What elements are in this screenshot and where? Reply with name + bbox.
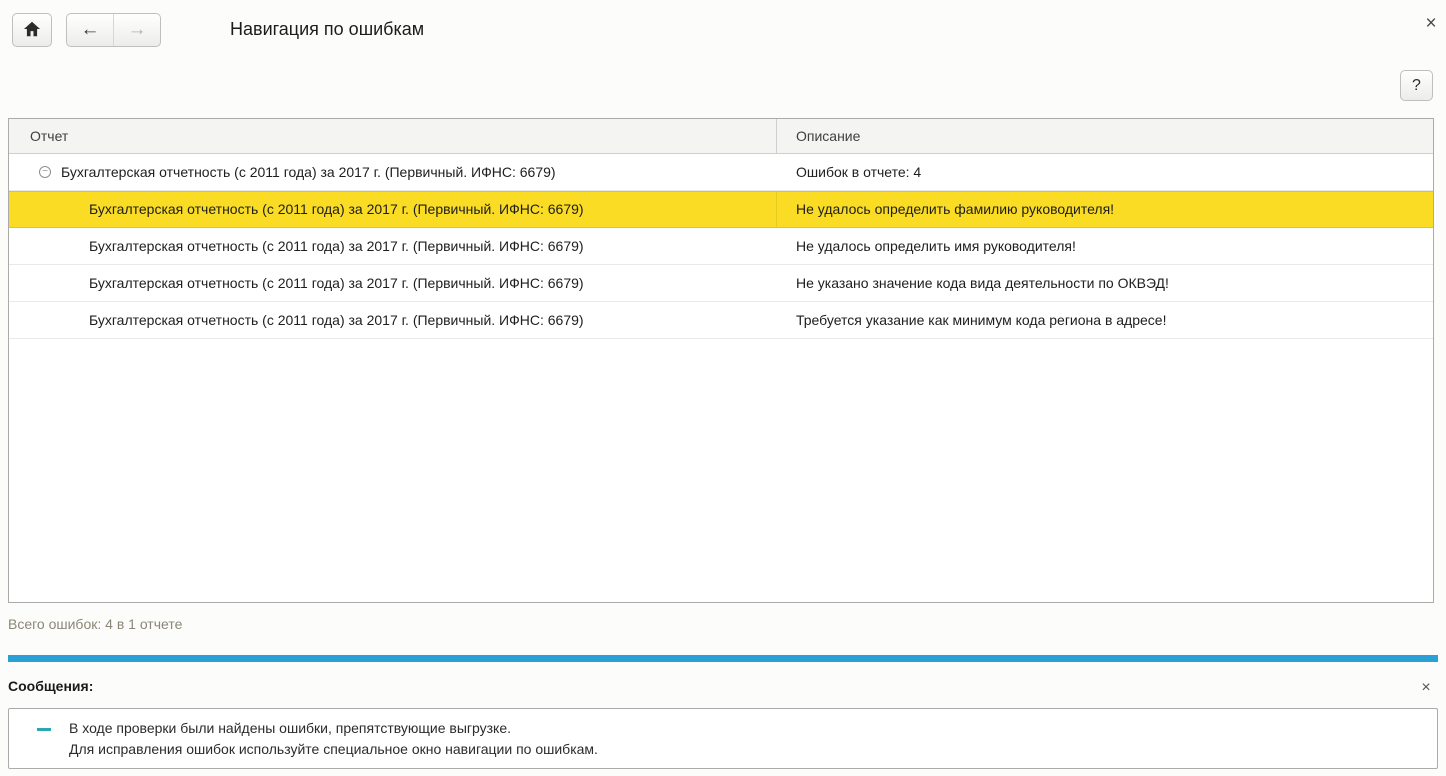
description-cell: Требуется указание как минимум кода реги… [777,302,1433,338]
report-cell: Бухгалтерская отчетность (с 2011 года) з… [9,265,777,301]
collapse-icon[interactable]: − [39,166,51,178]
status-summary: Всего ошибок: 4 в 1 отчете [8,616,182,632]
report-label: Бухгалтерская отчетность (с 2011 года) з… [89,312,584,328]
description-cell: Не удалось определить имя руководителя! [777,228,1433,264]
close-icon[interactable]: × [1420,13,1442,35]
report-label: Бухгалтерская отчетность (с 2011 года) з… [89,201,584,217]
error-navigation-window: ← → Навигация по ошибкам × ? Отчет Описа… [0,0,1446,776]
help-button[interactable]: ? [1400,70,1433,101]
message-line: В ходе проверки были найдены ошибки, пре… [69,718,598,739]
forward-arrow-icon: → [128,19,147,41]
description-cell: Не указано значение кода вида деятельнос… [777,265,1433,301]
messages-panel-title: Сообщения: [8,678,93,694]
panel-splitter-handle[interactable] [8,655,1438,662]
report-label: Бухгалтерская отчетность (с 2011 года) з… [89,275,584,291]
home-button[interactable] [12,13,52,47]
message-list-item[interactable]: В ходе проверки были найдены ошибки, пре… [9,709,1437,768]
description-cell: Не удалось определить фамилию руководите… [777,191,1433,227]
table-row-error[interactable]: Бухгалтерская отчетность (с 2011 года) з… [9,228,1433,265]
report-cell: − Бухгалтерская отчетность (с 2011 года)… [9,154,777,190]
table-empty-area [9,339,1433,602]
messages-close-icon[interactable]: × [1416,678,1436,698]
home-icon [23,21,41,40]
back-button[interactable]: ← [67,14,114,46]
column-header-description[interactable]: Описание [777,119,1433,153]
message-bullet-dash-icon [37,728,51,731]
message-text: В ходе проверки были найдены ошибки, пре… [69,718,598,760]
forward-button[interactable]: → [114,14,160,46]
report-cell: Бухгалтерская отчетность (с 2011 года) з… [9,191,777,227]
report-cell: Бухгалтерская отчетность (с 2011 года) з… [9,228,777,264]
report-label: Бухгалтерская отчетность (с 2011 года) з… [89,238,584,254]
table-row-error[interactable]: Бухгалтерская отчетность (с 2011 года) з… [9,302,1433,339]
error-table: Отчет Описание − Бухгалтерская отчетност… [8,118,1434,603]
page-title: Навигация по ошибкам [230,19,424,40]
table-row-error-selected[interactable]: Бухгалтерская отчетность (с 2011 года) з… [9,191,1433,228]
back-arrow-icon: ← [81,19,100,41]
messages-panel: В ходе проверки были найдены ошибки, пре… [8,708,1438,769]
report-label: Бухгалтерская отчетность (с 2011 года) з… [61,164,556,180]
message-line: Для исправления ошибок используйте специ… [69,739,598,760]
table-row-report-group[interactable]: − Бухгалтерская отчетность (с 2011 года)… [9,154,1433,191]
column-header-report[interactable]: Отчет [9,119,777,153]
table-row-error[interactable]: Бухгалтерская отчетность (с 2011 года) з… [9,265,1433,302]
table-header-row: Отчет Описание [9,119,1433,154]
report-cell: Бухгалтерская отчетность (с 2011 года) з… [9,302,777,338]
history-nav-group: ← → [66,13,161,47]
description-cell: Ошибок в отчете: 4 [777,154,1433,190]
